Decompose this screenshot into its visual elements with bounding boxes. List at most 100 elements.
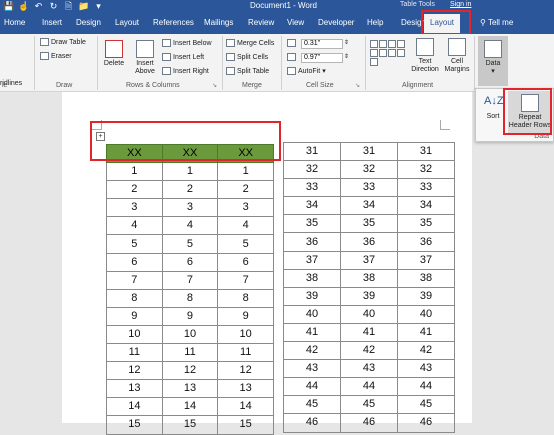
table-cell[interactable]: 7 (161, 270, 219, 290)
table-cell[interactable]: 9 (217, 306, 274, 326)
table-cell[interactable]: 31 (283, 141, 341, 162)
table-cell[interactable]: 40 (340, 304, 398, 324)
table-cell[interactable]: 1 (217, 162, 274, 182)
tab-insert[interactable]: Insert (42, 18, 62, 27)
align-bottom-right-icon[interactable] (370, 58, 378, 66)
table-cell[interactable]: 10 (217, 324, 274, 345)
table-cell[interactable]: 3 (217, 198, 274, 218)
table-cell[interactable]: 44 (283, 377, 341, 397)
table-cell[interactable]: 5 (217, 234, 274, 254)
table-cell[interactable]: 43 (397, 359, 455, 379)
table-cell[interactable]: 14 (217, 397, 274, 417)
align-top-left-icon[interactable] (370, 40, 378, 48)
table-cell[interactable]: 15 (106, 415, 163, 435)
eraser-button[interactable]: Eraser (40, 52, 72, 60)
table-cell[interactable]: 39 (283, 286, 341, 306)
table-cell[interactable]: 41 (340, 322, 398, 343)
table-cell[interactable]: 9 (106, 306, 163, 326)
table-cell[interactable]: 5 (106, 234, 163, 254)
table-cell[interactable]: 45 (283, 395, 341, 415)
table-cell[interactable]: 8 (161, 288, 219, 308)
table-cell[interactable]: 36 (340, 232, 398, 252)
table-cell[interactable]: 32 (397, 160, 455, 180)
table-cell[interactable]: 40 (397, 304, 455, 324)
table-cell[interactable]: 13 (217, 379, 274, 399)
table-cell[interactable]: 34 (340, 196, 398, 216)
table-cell[interactable]: 39 (397, 286, 455, 306)
table-cell[interactable]: 35 (340, 214, 398, 234)
touch-mode-icon[interactable]: ☝ (18, 1, 29, 11)
table-cell[interactable]: 13 (106, 379, 163, 399)
insert-above-button[interactable]: Insert Above (130, 40, 160, 76)
tab-developer[interactable]: Developer (318, 18, 354, 27)
table-cell[interactable]: 12 (161, 361, 219, 381)
chevron-down-icon[interactable]: ▾ (93, 1, 104, 11)
table-cell[interactable]: 10 (106, 324, 163, 345)
table-cell[interactable]: 35 (283, 214, 341, 234)
table-cell[interactable]: 40 (283, 304, 341, 324)
table-cell[interactable]: 39 (340, 286, 398, 306)
height-spinner-icon[interactable]: ⇕ (344, 39, 349, 46)
table-cell[interactable]: 4 (106, 216, 163, 236)
align-center-icon[interactable] (370, 49, 378, 57)
table-cell[interactable]: 43 (283, 359, 341, 379)
split-cells-button[interactable]: Split Cells (226, 53, 268, 61)
align-bottom-left-icon[interactable] (388, 49, 396, 57)
table-cell[interactable]: 42 (397, 341, 455, 361)
table-cell[interactable]: 35 (397, 214, 455, 234)
table-cell[interactable]: 38 (397, 268, 455, 288)
table-cell[interactable]: 1 (161, 162, 219, 182)
table-cell[interactable]: 32 (340, 160, 398, 180)
insert-below-button[interactable]: Insert Below (162, 39, 212, 47)
table-cell[interactable]: 4 (217, 216, 274, 236)
tab-design[interactable]: Design (76, 18, 101, 27)
tab-layout-page[interactable]: Layout (115, 18, 139, 27)
cell-margins-button[interactable]: Cell Margins (442, 38, 472, 74)
table-cell[interactable]: 6 (161, 252, 219, 272)
tab-mailings[interactable]: Mailings (204, 18, 233, 27)
table-cell[interactable]: 32 (283, 160, 341, 180)
table-cell[interactable]: 10 (161, 324, 219, 345)
tab-references[interactable]: References (153, 18, 194, 27)
table-left[interactable]: XX XX XX 1 1 1 2 2 2 3 3 3 4 4 4 5 5 5 6 6 6 7 7 7 8 8 8 9 9 9 10 10 10 1… (106, 143, 274, 435)
table-cell[interactable]: 38 (283, 268, 341, 288)
tab-review[interactable]: Review (248, 18, 274, 27)
redo-icon[interactable]: ↻ (48, 1, 59, 11)
save-icon[interactable]: 💾 (3, 1, 14, 11)
tab-help[interactable]: Help (367, 18, 383, 27)
table-cell[interactable]: 45 (397, 395, 455, 415)
table-cell[interactable]: 3 (161, 198, 219, 218)
insert-right-button[interactable]: Insert Right (162, 67, 209, 75)
table-cell[interactable]: 15 (161, 415, 219, 435)
table-cell[interactable]: 45 (340, 395, 398, 415)
tab-tell-me[interactable]: ⚲ Tell me (480, 18, 513, 27)
table-cell[interactable]: 12 (106, 361, 163, 381)
insert-left-button[interactable]: Insert Left (162, 53, 204, 61)
undo-icon[interactable]: ↶ (33, 1, 44, 11)
tab-view[interactable]: View (287, 18, 304, 27)
new-document-icon[interactable]: 🗎 (63, 1, 74, 11)
table-cell[interactable]: 11 (161, 343, 219, 363)
dialog-launcher-icon[interactable]: ↘ (212, 82, 217, 89)
text-direction-button[interactable]: Text Direction (408, 38, 442, 74)
table-cell[interactable]: 14 (161, 397, 219, 417)
column-width-input[interactable]: 0.97" (301, 53, 343, 63)
table-cell[interactable]: 2 (161, 180, 219, 200)
merge-cells-button[interactable]: Merge Cells (226, 39, 274, 47)
sign-in-link[interactable]: Sign in (450, 1, 471, 8)
table-cell[interactable]: 1 (106, 162, 163, 182)
table-cell[interactable]: 36 (397, 232, 455, 252)
table-right[interactable]: 31 31 31 32 32 32 33 33 33 34 34 34 35 35 35 36 36 36 37 37… (283, 141, 455, 433)
table-cell[interactable]: 11 (106, 343, 163, 363)
table-cell[interactable]: 41 (283, 322, 341, 343)
table-cell[interactable]: 44 (397, 377, 455, 397)
table-cell[interactable]: 33 (283, 178, 341, 198)
align-bottom-center-icon[interactable] (397, 49, 405, 57)
table-cell[interactable]: 7 (217, 270, 274, 290)
table-cell[interactable]: 9 (161, 306, 219, 326)
dialog-launcher-icon[interactable]: ↘ (355, 82, 360, 89)
table-cell[interactable]: 6 (106, 252, 163, 272)
table-cell[interactable]: 2 (106, 180, 163, 200)
align-center-left-icon[interactable] (397, 40, 405, 48)
table-cell[interactable]: 11 (217, 343, 274, 363)
